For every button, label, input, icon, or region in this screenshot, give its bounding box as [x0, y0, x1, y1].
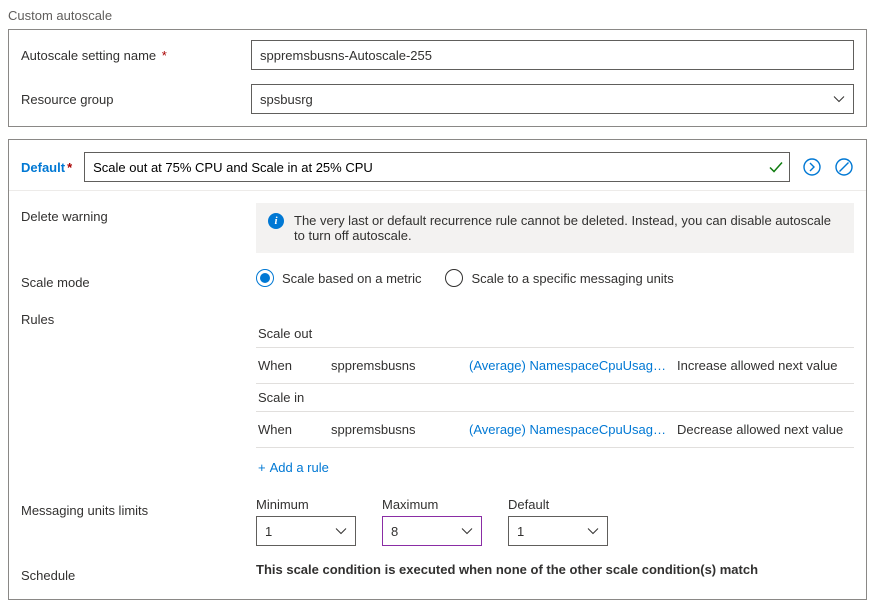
profile-label: Default* [21, 160, 72, 175]
max-select[interactable]: 8 [382, 516, 482, 546]
rule-when-label: When [258, 358, 323, 373]
info-icon: i [268, 213, 284, 229]
limits-label: Messaging units limits [21, 497, 256, 518]
autoscale-name-label: Autoscale setting name * [21, 48, 251, 63]
min-select[interactable]: 1 [256, 516, 356, 546]
scale-mode-specific-label: Scale to a specific messaging units [471, 271, 673, 286]
profile-panel: Default* Delete warning i The very last … [8, 139, 867, 600]
chevron-down-icon [335, 525, 347, 537]
scale-in-rule-row: When sppremsbusns (Average) NamespaceCpu… [256, 412, 854, 447]
add-rule-button[interactable]: + Add a rule [256, 448, 854, 481]
scale-out-rule-row: When sppremsbusns (Average) NamespaceCpu… [256, 348, 854, 383]
min-label: Minimum [256, 497, 356, 512]
scale-mode-label: Scale mode [21, 269, 256, 290]
chevron-down-icon [587, 525, 599, 537]
autoscale-name-input[interactable] [251, 40, 854, 70]
page-title: Custom autoscale [8, 8, 867, 23]
resource-group-select[interactable]: spsbusrg [251, 84, 854, 114]
chevron-down-icon [461, 525, 473, 537]
scale-out-header: Scale out [256, 320, 854, 347]
check-icon [768, 159, 784, 175]
rule-namespace: sppremsbusns [331, 358, 461, 373]
resource-group-label: Resource group [21, 92, 251, 107]
delete-warning-text: The very last or default recurrence rule… [294, 213, 842, 243]
default-label: Default [508, 497, 608, 512]
required-asterisk: * [158, 48, 167, 63]
autoscale-settings-panel: Autoscale setting name * Resource group … [8, 29, 867, 127]
rule-action-text: Increase allowed next value [677, 358, 852, 373]
schedule-label: Schedule [21, 562, 256, 583]
required-asterisk: * [67, 160, 72, 175]
rule-when-label: When [258, 422, 323, 437]
scale-in-header: Scale in [256, 384, 854, 411]
rules-label: Rules [21, 306, 256, 327]
rule-namespace: sppremsbusns [331, 422, 461, 437]
profile-name-input[interactable] [84, 152, 790, 182]
chevron-down-icon [833, 93, 845, 105]
resource-group-value: spsbusrg [260, 92, 313, 107]
submit-arrow-button[interactable] [802, 157, 822, 177]
default-value: 1 [517, 524, 524, 539]
min-value: 1 [265, 524, 272, 539]
max-value: 8 [391, 524, 398, 539]
rule-metric-link[interactable]: (Average) NamespaceCpuUsag… [469, 422, 669, 437]
delete-warning-info: i The very last or default recurrence ru… [256, 203, 854, 253]
scale-mode-specific-radio[interactable]: Scale to a specific messaging units [445, 269, 673, 287]
scale-mode-metric-label: Scale based on a metric [282, 271, 421, 286]
default-select[interactable]: 1 [508, 516, 608, 546]
plus-icon: + [258, 460, 266, 475]
rule-metric-link[interactable]: (Average) NamespaceCpuUsag… [469, 358, 669, 373]
cancel-button[interactable] [834, 157, 854, 177]
rule-action-text: Decrease allowed next value [677, 422, 852, 437]
scale-mode-metric-radio[interactable]: Scale based on a metric [256, 269, 421, 287]
delete-warning-label: Delete warning [21, 203, 256, 224]
schedule-text: This scale condition is executed when no… [256, 562, 854, 577]
max-label: Maximum [382, 497, 482, 512]
